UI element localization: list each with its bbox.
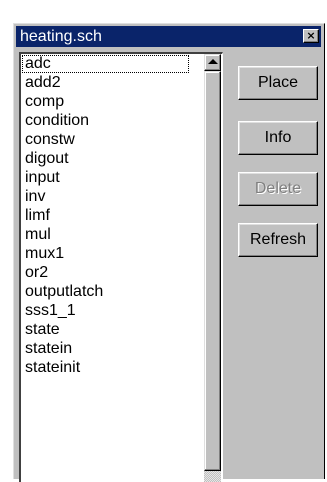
close-button[interactable]: × [303, 29, 319, 43]
title-bar[interactable]: heating.sch × [16, 26, 321, 47]
list-item[interactable]: inv [21, 187, 203, 206]
list-item[interactable]: sss1_1 [21, 301, 203, 320]
vertical-scrollbar[interactable] [204, 54, 221, 482]
schematic-window: heating.sch × adc add2 comp condition co… [13, 23, 325, 482]
list-item[interactable]: mux1 [21, 244, 203, 263]
list-item[interactable]: mul [21, 225, 203, 244]
info-button[interactable]: Info [238, 121, 318, 155]
delete-button[interactable]: Delete [238, 172, 318, 206]
refresh-button[interactable]: Refresh [238, 223, 318, 257]
window-title: heating.sch [20, 28, 102, 45]
list-item[interactable]: adc [22, 55, 189, 73]
list-item[interactable]: digout [21, 149, 203, 168]
scroll-thumb[interactable] [204, 71, 221, 471]
component-listbox[interactable]: adc add2 comp condition constw digout in… [19, 52, 223, 482]
list-item[interactable]: outputlatch [21, 282, 203, 301]
scroll-up-button[interactable] [204, 54, 221, 71]
place-button[interactable]: Place [238, 66, 318, 100]
list-item[interactable]: limf [21, 206, 203, 225]
list-item[interactable]: input [21, 168, 203, 187]
list-item[interactable]: or2 [21, 263, 203, 282]
list-item[interactable]: state [21, 320, 203, 339]
component-list: adc add2 comp condition constw digout in… [21, 54, 203, 377]
list-item[interactable]: stateinit [21, 358, 203, 377]
list-item[interactable]: comp [21, 92, 203, 111]
list-item[interactable]: condition [21, 111, 203, 130]
list-item[interactable]: constw [21, 130, 203, 149]
list-item[interactable]: add2 [21, 73, 203, 92]
list-item[interactable]: statein [21, 339, 203, 358]
arrow-up-icon [208, 59, 218, 64]
close-icon: × [306, 29, 316, 42]
